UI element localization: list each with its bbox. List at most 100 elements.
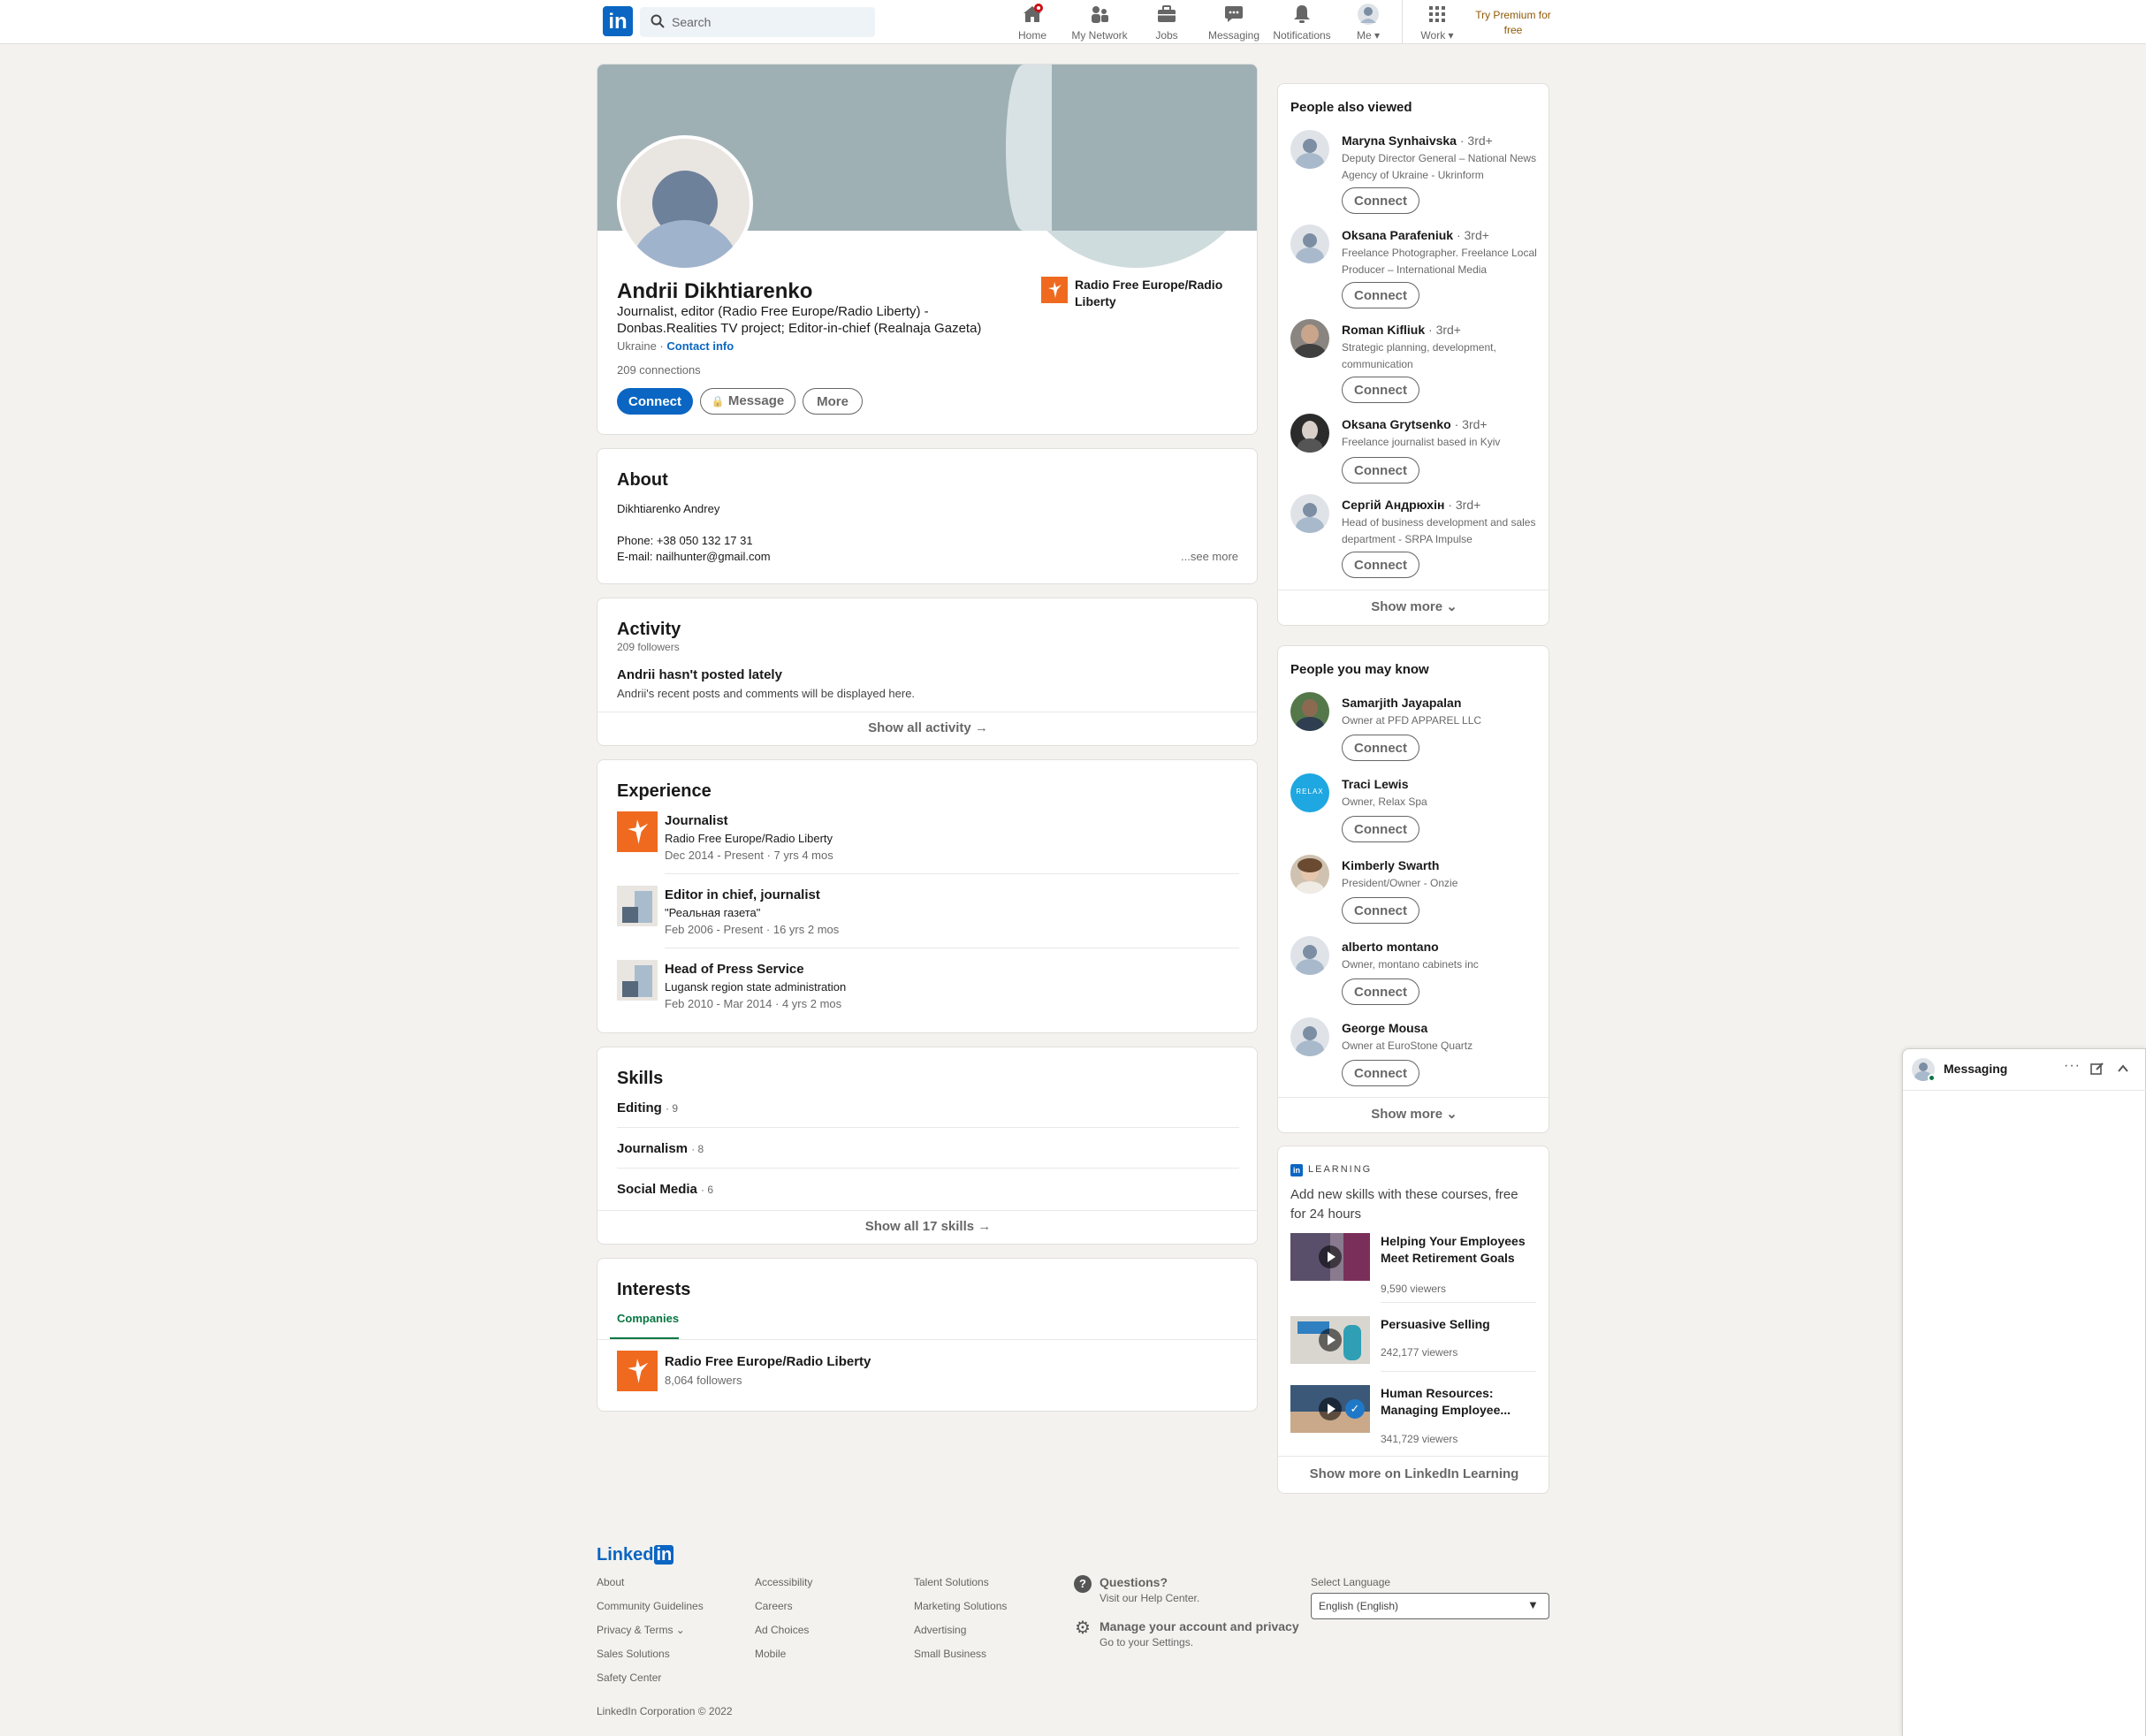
nav-home[interactable]: Home	[1015, 4, 1050, 42]
help-center-sub: Visit our Help Center.	[1100, 1592, 1200, 1604]
avatar[interactable]	[1290, 130, 1329, 169]
footer-link[interactable]: Sales Solutions	[597, 1648, 670, 1660]
person-name[interactable]: Maryna Synhaivska · 3rd+	[1342, 133, 1493, 148]
course-thumbnail[interactable]	[1290, 1233, 1370, 1281]
nav-jobs-label: Jobs	[1155, 29, 1178, 42]
connect-button[interactable]: Connect	[1342, 377, 1419, 403]
footer-link[interactable]: Marketing Solutions	[914, 1600, 1007, 1612]
rferl-logo[interactable]	[1041, 277, 1068, 303]
person-name[interactable]: George Mousa	[1342, 1021, 1427, 1035]
connect-button[interactable]: Connect	[1342, 457, 1419, 483]
play-triangle	[1328, 1404, 1336, 1414]
show-more-learning-button[interactable]: Show more on LinkedIn Learning	[1278, 1466, 1549, 1481]
footer-link[interactable]: Safety Center	[597, 1671, 661, 1684]
connect-button[interactable]: Connect	[1342, 978, 1419, 1005]
connect-button[interactable]: Connect	[1342, 282, 1419, 308]
footer-link[interactable]: Accessibility	[755, 1576, 812, 1588]
contact-info-link[interactable]: Contact info	[666, 339, 734, 353]
connections-count[interactable]: 209 connections	[617, 363, 701, 377]
interest-company-name[interactable]: Radio Free Europe/Radio Liberty	[665, 1354, 871, 1369]
skill-item[interactable]: Social Media · 6	[617, 1182, 713, 1197]
person-name[interactable]: Roman Kifliuk · 3rd+	[1342, 323, 1461, 337]
connect-button[interactable]: Connect	[1342, 897, 1419, 924]
course-title[interactable]: Persuasive Selling	[1381, 1316, 1490, 1333]
avatar[interactable]: RELAX	[1290, 773, 1329, 812]
person-name[interactable]: Oksana Grytsenko · 3rd+	[1342, 417, 1488, 431]
nav-notifications[interactable]: Notifications	[1273, 4, 1331, 42]
message-button-label: Message	[727, 393, 785, 408]
course-title[interactable]: Helping Your Employees Meet Retirement Go…	[1381, 1233, 1526, 1267]
nav-jobs[interactable]: Jobs	[1151, 4, 1183, 42]
nav-me[interactable]: Me ▾	[1352, 4, 1384, 42]
course-thumbnail[interactable]: ✓	[1290, 1385, 1370, 1433]
rferl-logo[interactable]	[617, 1351, 658, 1391]
connect-button[interactable]: Connect	[1342, 1060, 1419, 1086]
avatar[interactable]	[1290, 225, 1329, 263]
search-input[interactable]	[672, 7, 866, 37]
more-options-icon[interactable]: ···	[2064, 1058, 2081, 1074]
nav-messaging[interactable]: Messaging	[1207, 4, 1260, 42]
see-more-link[interactable]: ...see more	[1181, 550, 1238, 563]
avatar[interactable]	[1290, 692, 1329, 731]
manage-account-link[interactable]: Manage your account and privacy	[1100, 1619, 1299, 1633]
try-premium-link[interactable]: Try Premium for free	[1471, 8, 1556, 38]
connect-button[interactable]: Connect	[1342, 552, 1419, 578]
profile-photo[interactable]	[617, 135, 753, 271]
show-more-button[interactable]: Show more ⌄	[1278, 598, 1549, 614]
compose-icon[interactable]	[2090, 1062, 2104, 1076]
avatar-head	[1302, 421, 1318, 440]
person-name[interactable]: Kimberly Swarth	[1342, 858, 1439, 872]
connect-button[interactable]: Connect	[1342, 816, 1419, 842]
avatar[interactable]	[1290, 1017, 1329, 1056]
person-name[interactable]: Samarjith Jayapalan	[1342, 696, 1461, 710]
tab-companies[interactable]: Companies	[617, 1312, 679, 1325]
footer-link[interactable]: Careers	[755, 1600, 793, 1612]
footer-link[interactable]: Community Guidelines	[597, 1600, 704, 1612]
show-all-activity-button[interactable]: Show all activity →	[597, 720, 1257, 735]
messaging-title[interactable]: Messaging	[1944, 1062, 2007, 1076]
connect-button[interactable]: Connect	[617, 388, 693, 415]
show-more-button[interactable]: Show more ⌄	[1278, 1106, 1549, 1122]
nav-my-network[interactable]: My Network	[1066, 4, 1133, 42]
avatar[interactable]	[1290, 855, 1329, 894]
company-placeholder-logo[interactable]	[617, 886, 658, 926]
course-thumbnail[interactable]	[1290, 1316, 1370, 1364]
experience-org: "Реальная газета"	[665, 906, 761, 919]
avatar[interactable]	[1290, 319, 1329, 358]
search-box[interactable]	[640, 7, 875, 37]
briefcase-icon	[1158, 5, 1176, 22]
company-placeholder-logo[interactable]	[617, 960, 658, 1001]
company-line-1: Radio Free Europe/Radio	[1075, 278, 1223, 292]
course-title[interactable]: Human Resources: Managing Employee...	[1381, 1385, 1511, 1419]
footer-link[interactable]: Mobile	[755, 1648, 786, 1660]
footer-link[interactable]: Advertising	[914, 1624, 966, 1636]
home-icon	[1024, 4, 1043, 22]
linkedin-logo[interactable]: in	[603, 6, 633, 36]
skill-item[interactable]: Editing · 9	[617, 1100, 678, 1115]
footer-link[interactable]: Small Business	[914, 1648, 986, 1660]
person-name[interactable]: Traci Lewis	[1342, 777, 1408, 791]
avatar[interactable]	[1290, 936, 1329, 975]
skill-item[interactable]: Journalism · 8	[617, 1141, 704, 1156]
current-company-name[interactable]: Radio Free Europe/Radio Liberty	[1075, 277, 1222, 310]
footer-link[interactable]: Privacy & Terms ⌄	[597, 1624, 685, 1636]
avatar[interactable]	[1290, 414, 1329, 453]
more-button[interactable]: More	[803, 388, 863, 415]
nav-work[interactable]: Work ▾	[1418, 4, 1457, 42]
avatar[interactable]	[1290, 494, 1329, 533]
connect-button[interactable]: Connect	[1342, 735, 1419, 761]
show-all-skills-button[interactable]: Show all 17 skills →	[597, 1219, 1257, 1234]
person-name[interactable]: Oksana Parafeniuk · 3rd+	[1342, 228, 1489, 242]
message-button[interactable]: 🔒 Message	[700, 388, 795, 415]
footer-link[interactable]: Talent Solutions	[914, 1576, 989, 1588]
person-name[interactable]: Сергій Андрюхін · 3rd+	[1342, 498, 1480, 512]
help-center-link[interactable]: Questions?	[1100, 1575, 1168, 1589]
chevron-up-icon[interactable]	[2117, 1062, 2129, 1075]
person-name[interactable]: alberto montano	[1342, 940, 1439, 954]
language-select[interactable]: English (English) ▼	[1311, 1593, 1549, 1619]
rferl-logo[interactable]	[617, 811, 658, 852]
footer-link[interactable]: About	[597, 1576, 624, 1588]
about-line-3: E-mail: nailhunter@gmail.com	[617, 550, 771, 563]
footer-link[interactable]: Ad Choices	[755, 1624, 809, 1636]
connect-button[interactable]: Connect	[1342, 187, 1419, 214]
